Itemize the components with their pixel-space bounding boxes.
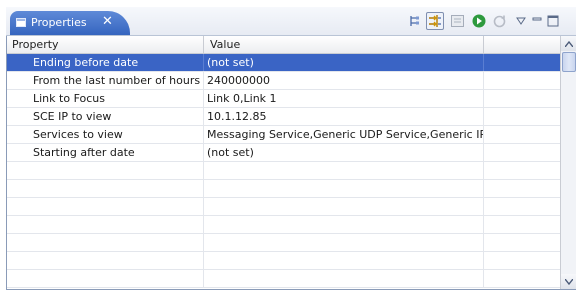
column-header-value[interactable]: Value (203, 36, 490, 53)
table-header: Property Value (7, 36, 562, 54)
property-name: Link to Focus (33, 92, 105, 105)
show-advanced-properties-icon[interactable] (426, 12, 444, 30)
empty-cell (203, 216, 483, 233)
row-filler (483, 90, 563, 107)
empty-cell (7, 252, 203, 269)
table-row[interactable]: SCE IP to view 10.1.12.85 (7, 108, 562, 126)
empty-cell (483, 180, 563, 197)
empty-cell (7, 180, 203, 197)
scroll-down-icon[interactable] (561, 274, 576, 289)
table-body: Ending before date (not set) From the la… (7, 54, 562, 288)
property-name: From the last number of hours (33, 74, 201, 87)
empty-cell (483, 234, 563, 251)
empty-cell (483, 162, 563, 179)
close-icon[interactable]: ✕ (102, 14, 113, 29)
properties-tab[interactable]: Properties ✕ (10, 11, 130, 35)
empty-table-row (7, 162, 562, 180)
empty-cell (7, 162, 203, 179)
empty-table-row (7, 234, 562, 252)
table-row[interactable]: Ending before date (not set) (7, 54, 562, 72)
empty-rows (7, 162, 562, 288)
empty-cell (483, 216, 563, 233)
table-row[interactable]: Starting after date (not set) (7, 144, 562, 162)
empty-cell (203, 162, 483, 179)
view-header: Properties ✕ (6, 7, 576, 36)
empty-cell (483, 198, 563, 215)
table-row[interactable]: From the last number of hours 240000000 (7, 72, 562, 90)
empty-table-row (7, 252, 562, 270)
property-value[interactable]: Link 0,Link 1 (203, 90, 483, 107)
empty-cell (7, 198, 203, 215)
row-filler (483, 126, 563, 143)
properties-tab-label: Properties (31, 16, 87, 29)
property-name: Services to view (33, 128, 123, 141)
empty-cell (203, 252, 483, 269)
row-filler (483, 54, 563, 71)
properties-table: Property Value Ending before date (not s… (6, 36, 576, 290)
property-name: Starting after date (33, 146, 135, 159)
empty-table-row (7, 180, 562, 198)
refresh-icon[interactable] (490, 12, 508, 30)
property-value[interactable]: (not set) (203, 54, 483, 71)
row-filler (483, 144, 563, 161)
scroll-up-icon[interactable] (561, 36, 576, 51)
property-value[interactable]: (not set) (203, 144, 483, 161)
property-name: SCE IP to view (33, 110, 112, 123)
empty-table-row (7, 270, 562, 288)
empty-cell (483, 270, 563, 287)
row-filler (483, 108, 563, 125)
show-categories-icon[interactable] (406, 12, 424, 30)
run-icon[interactable] (470, 12, 488, 30)
properties-view-icon (16, 18, 26, 27)
empty-table-row (7, 198, 562, 216)
empty-table-row (7, 216, 562, 234)
empty-cell (7, 234, 203, 251)
properties-view: Properties ✕ Property Value Ending befor… (6, 7, 576, 290)
table-row[interactable]: Services to view Messaging Service,Gener… (7, 126, 562, 144)
empty-cell (203, 180, 483, 197)
property-value[interactable]: 10.1.12.85 (203, 108, 483, 125)
property-value[interactable]: Messaging Service,Generic UDP Service,Ge… (203, 126, 483, 143)
row-filler (483, 72, 563, 89)
property-value[interactable]: 240000000 (203, 72, 483, 89)
view-toolbar (406, 12, 576, 32)
empty-cell (7, 270, 203, 287)
vertical-scrollbar[interactable] (560, 36, 576, 289)
scrollbar-thumb[interactable] (562, 52, 576, 72)
empty-cell (203, 270, 483, 287)
empty-cell (203, 234, 483, 251)
empty-cell (203, 198, 483, 215)
column-header-empty (483, 36, 562, 53)
property-name: Ending before date (33, 56, 139, 69)
empty-cell (7, 216, 203, 233)
filter-icon[interactable] (448, 12, 466, 30)
column-header-property[interactable]: Property (12, 36, 59, 53)
table-row[interactable]: Link to Focus Link 0,Link 1 (7, 90, 562, 108)
empty-cell (483, 252, 563, 269)
maximize-icon[interactable] (544, 12, 562, 30)
